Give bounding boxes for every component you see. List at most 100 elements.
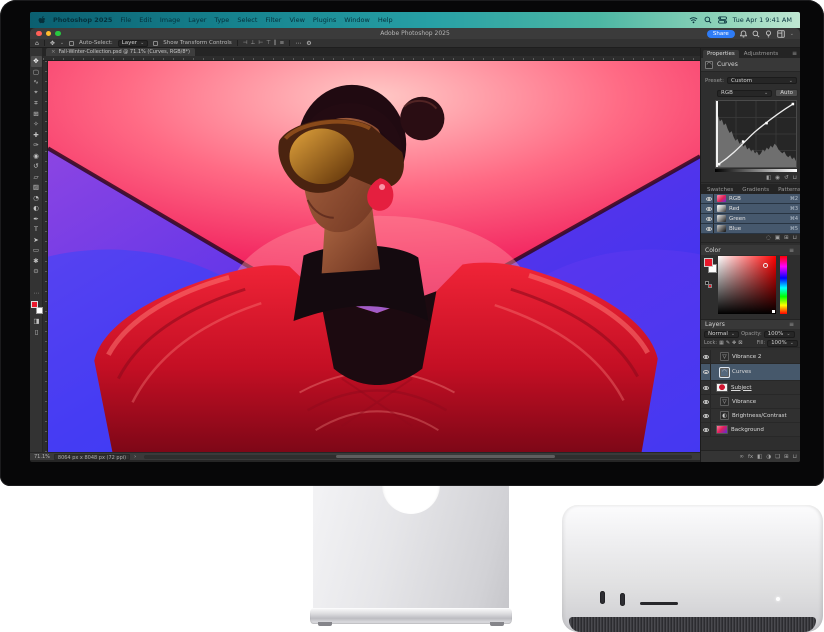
- panel-menu-icon[interactable]: ≡: [789, 247, 794, 254]
- align-top-icon[interactable]: ⊤: [266, 40, 271, 46]
- tool-object-selection[interactable]: ⌖: [31, 88, 42, 99]
- edit-toolbar-icon[interactable]: ⋯: [34, 290, 40, 297]
- tool-gradient[interactable]: ▨: [31, 182, 42, 193]
- close-tab-icon[interactable]: ×: [51, 49, 56, 55]
- layer-vibrance[interactable]: ▽ Vibrance: [701, 395, 800, 409]
- horizontal-scrollbar[interactable]: [144, 455, 692, 459]
- hue-slider[interactable]: [780, 256, 787, 314]
- align-right-icon[interactable]: ⊢: [258, 40, 263, 46]
- channel-visibility-toggle[interactable]: [704, 224, 714, 233]
- zoom-level[interactable]: 71.1%: [34, 454, 50, 460]
- tool-crop[interactable]: ⌗: [31, 98, 42, 109]
- channel-visibility-toggle[interactable]: [704, 194, 714, 203]
- menu-window[interactable]: Window: [344, 16, 370, 24]
- tab-adjustments[interactable]: Adjustments: [740, 50, 782, 58]
- channel-rgb[interactable]: RGB ⌘2: [701, 194, 800, 204]
- visibility-icon[interactable]: ◉: [775, 175, 780, 181]
- delete-icon[interactable]: ⊔: [793, 175, 797, 181]
- lock-position-icon[interactable]: ✥: [732, 340, 736, 346]
- tool-healing[interactable]: ✚: [31, 130, 42, 141]
- menu-filter[interactable]: Filter: [265, 16, 281, 24]
- layer-visibility-toggle[interactable]: [701, 350, 711, 363]
- menu-file[interactable]: File: [120, 16, 131, 24]
- layer-subject[interactable]: Subject: [701, 381, 800, 395]
- tab-properties[interactable]: Properties: [703, 50, 739, 58]
- tool-zoom[interactable]: ⊙: [31, 266, 42, 277]
- layer-brightness-contrast[interactable]: ◐ Brightness/Contrast: [701, 409, 800, 423]
- channel-blue[interactable]: Blue ⌘5: [701, 224, 800, 234]
- save-selection-icon[interactable]: ▣: [775, 235, 780, 241]
- delete-layer-icon[interactable]: ⊔: [793, 454, 797, 460]
- layer-visibility-toggle[interactable]: [701, 364, 711, 380]
- notifications-bell-icon[interactable]: [740, 30, 747, 38]
- tab-swatches[interactable]: Swatches: [703, 186, 737, 194]
- menu-type[interactable]: Type: [214, 16, 229, 24]
- more-options-icon[interactable]: ⋯: [295, 40, 301, 47]
- zoom-window-button[interactable]: [55, 31, 61, 37]
- background-color-swatch[interactable]: [36, 307, 43, 314]
- tool-path-selection[interactable]: ➤: [31, 235, 42, 246]
- share-button[interactable]: Share: [707, 30, 735, 38]
- control-center-icon[interactable]: [718, 16, 727, 24]
- align-left-icon[interactable]: ⊣: [243, 40, 248, 46]
- layer-vibrance-2[interactable]: ▽ Vibrance 2: [701, 350, 800, 364]
- home-icon[interactable]: ⌂: [35, 40, 39, 47]
- wifi-icon[interactable]: [689, 16, 698, 24]
- tool-preset-caret-icon[interactable]: ⌄: [60, 40, 64, 46]
- layer-effects-icon[interactable]: fx: [748, 454, 753, 460]
- color-swatches[interactable]: [31, 301, 43, 314]
- load-selection-icon[interactable]: ◌: [766, 235, 771, 241]
- new-channel-icon[interactable]: ⊞: [784, 235, 789, 241]
- document-canvas[interactable]: [48, 61, 700, 452]
- tool-clone-stamp[interactable]: ◉: [31, 151, 42, 162]
- layer-visibility-toggle[interactable]: [701, 381, 711, 394]
- move-tool-preset-icon[interactable]: ✥: [50, 40, 55, 47]
- distribute-v-icon[interactable]: ≡: [280, 40, 285, 46]
- quick-mask-icon[interactable]: ◨: [31, 316, 42, 327]
- color-picker-ring[interactable]: [763, 263, 768, 268]
- tool-lasso[interactable]: ∿: [31, 77, 42, 88]
- menu-select[interactable]: Select: [237, 16, 257, 24]
- fill-dropdown[interactable]: 100% ⌄: [767, 340, 798, 347]
- preset-dropdown[interactable]: Custom ⌄: [727, 77, 797, 84]
- channel-visibility-toggle[interactable]: [704, 204, 714, 213]
- auto-select-checkbox[interactable]: [69, 41, 74, 46]
- tool-history-brush[interactable]: ↺: [31, 161, 42, 172]
- curves-histogram[interactable]: [715, 100, 797, 168]
- tool-eyedropper[interactable]: ✧: [31, 119, 42, 130]
- apple-logo-icon[interactable]: [38, 16, 46, 25]
- panel-menu-icon[interactable]: ≡: [789, 321, 794, 328]
- tool-shape[interactable]: ▭: [31, 245, 42, 256]
- clip-to-layer-icon[interactable]: ◧: [766, 175, 771, 181]
- tab-gradients[interactable]: Gradients: [738, 186, 773, 194]
- discover-lightbulb-icon[interactable]: [765, 30, 772, 38]
- tab-patterns[interactable]: Patterns: [774, 186, 800, 194]
- menu-help[interactable]: Help: [378, 16, 393, 24]
- tool-blur[interactable]: ◔: [31, 193, 42, 204]
- new-group-icon[interactable]: ❏: [775, 454, 780, 460]
- saturation-brightness-picker[interactable]: [718, 256, 776, 314]
- layer-background[interactable]: Background: [701, 423, 800, 437]
- workspace-switcher-icon[interactable]: [777, 30, 785, 38]
- tool-brush[interactable]: ✑: [31, 140, 42, 151]
- tool-eraser[interactable]: ▱: [31, 172, 42, 183]
- minimize-window-button[interactable]: [46, 31, 52, 37]
- lock-all-icon[interactable]: ⊠: [738, 340, 742, 346]
- menu-view[interactable]: View: [289, 16, 304, 24]
- blend-mode-dropdown[interactable]: Normal ⌄: [704, 331, 739, 338]
- menu-image[interactable]: Image: [160, 16, 180, 24]
- spotlight-search-icon[interactable]: [704, 16, 712, 24]
- tool-dodge[interactable]: ◐: [31, 203, 42, 214]
- menu-photoshop[interactable]: Photoshop 2025: [53, 16, 112, 24]
- new-adjustment-icon[interactable]: ◑: [766, 454, 771, 460]
- add-mask-icon[interactable]: ◧: [757, 454, 762, 460]
- align-center-icon[interactable]: ⊥: [251, 40, 256, 46]
- tool-move[interactable]: ✥: [31, 56, 42, 67]
- transform-controls-checkbox[interactable]: [153, 41, 158, 46]
- menu-plugins[interactable]: Plugins: [313, 16, 336, 24]
- auto-select-target-dropdown[interactable]: Layer ⌄: [118, 40, 149, 47]
- tool-frame[interactable]: ⊞: [31, 109, 42, 120]
- lock-transparency-icon[interactable]: ▦: [719, 340, 724, 346]
- menu-edit[interactable]: Edit: [139, 16, 152, 24]
- distribute-h-icon[interactable]: ∥: [274, 40, 277, 46]
